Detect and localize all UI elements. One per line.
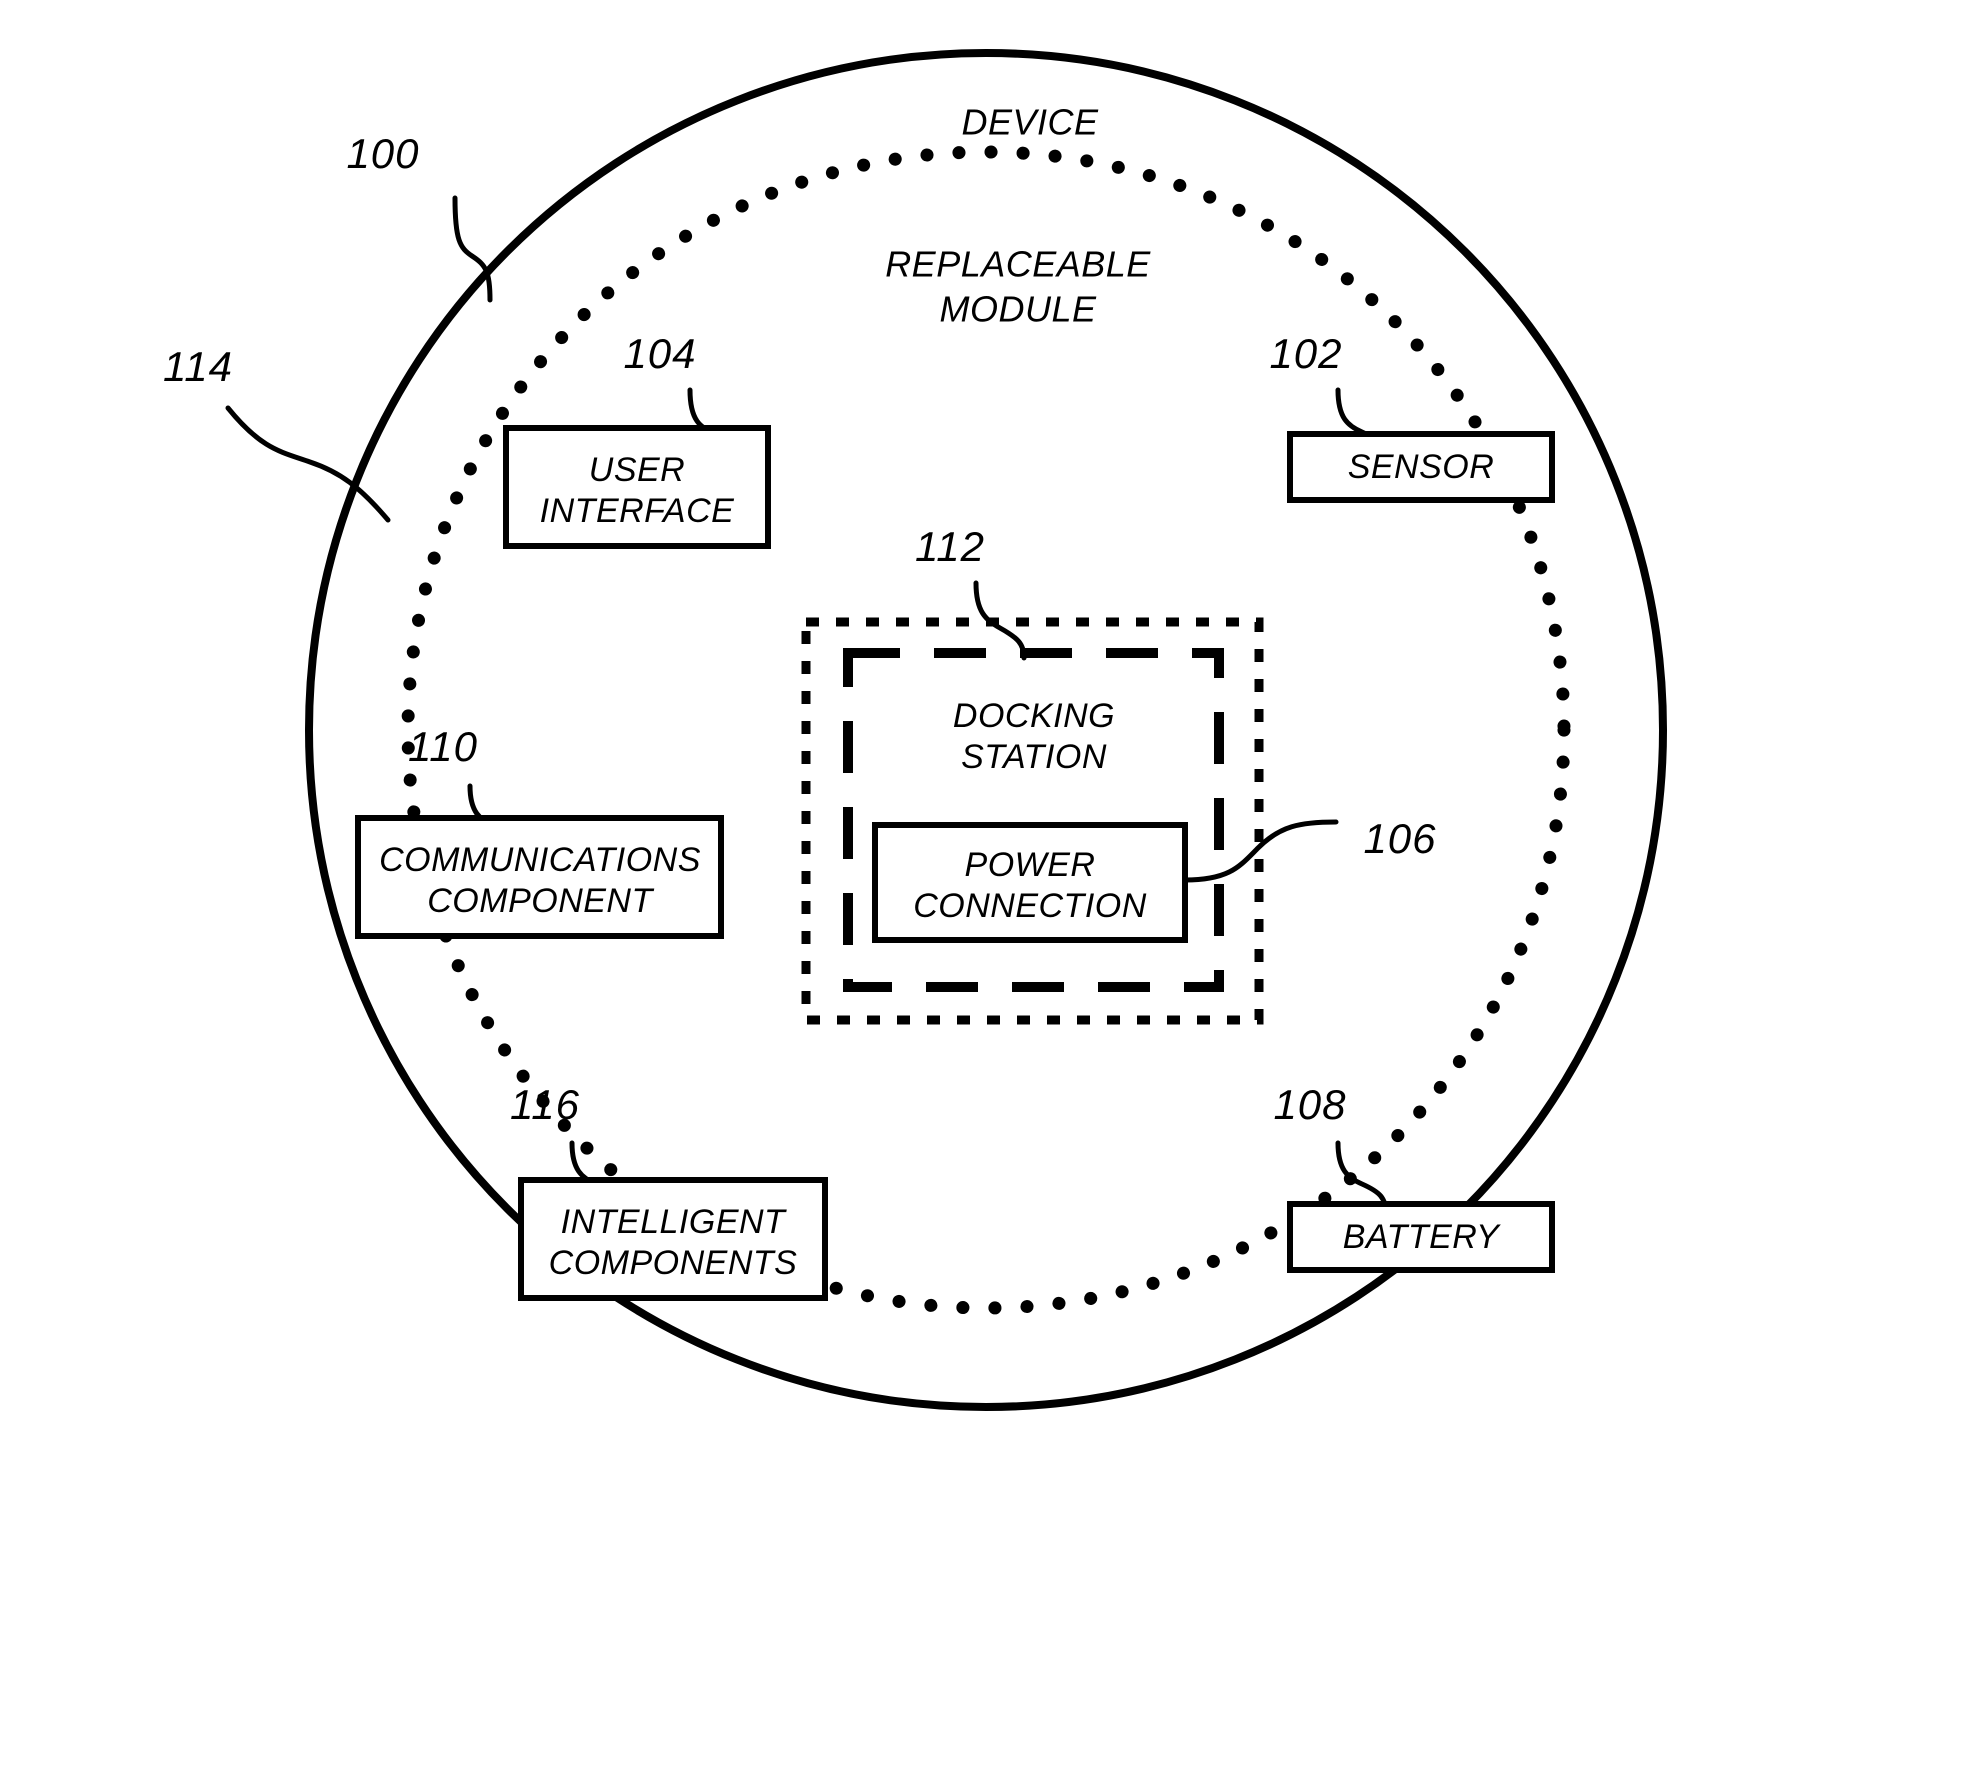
docking-station-label-line2: STATION bbox=[961, 738, 1107, 776]
figure-canvas: DEVICE REPLACEABLE MODULE 100 114 104 US… bbox=[163, 49, 1667, 1411]
docking-station-label-line1: DOCKING bbox=[953, 697, 1115, 735]
user-interface-label-line1: USER bbox=[589, 451, 685, 489]
replaceable-module-label-line1: REPLACEABLE bbox=[885, 244, 1151, 285]
patent-figure: DEVICE REPLACEABLE MODULE 100 114 104 US… bbox=[0, 0, 1965, 1773]
communications-component-label-line2: COMPONENT bbox=[427, 882, 654, 920]
ref-number-104: 104 bbox=[623, 330, 696, 377]
ref-number-108: 108 bbox=[1273, 1081, 1346, 1128]
device-label: DEVICE bbox=[961, 102, 1099, 143]
ref-number-110: 110 bbox=[408, 723, 478, 770]
power-connection-label-line2: CONNECTION bbox=[913, 887, 1147, 925]
sensor-label: SENSOR bbox=[1348, 448, 1495, 486]
intelligent-components-label-line1: INTELLIGENT bbox=[561, 1203, 787, 1241]
ref-number-102: 102 bbox=[1269, 330, 1342, 377]
ref-number-116: 116 bbox=[510, 1081, 580, 1128]
user-interface-label-line2: INTERFACE bbox=[540, 492, 735, 530]
battery-label: BATTERY bbox=[1343, 1218, 1501, 1256]
replaceable-module-label-line2: MODULE bbox=[939, 289, 1097, 330]
communications-component-label-line1: COMMUNICATIONS bbox=[379, 841, 701, 879]
ref-number-114: 114 bbox=[163, 343, 233, 390]
ref-number-100: 100 bbox=[346, 130, 419, 177]
power-connection-label-line1: POWER bbox=[965, 846, 1096, 884]
intelligent-components-label-line2: COMPONENTS bbox=[549, 1244, 798, 1282]
ref-number-112: 112 bbox=[915, 523, 985, 570]
docking-station-outer-boundary bbox=[801, 617, 1264, 1025]
ref-number-106: 106 bbox=[1363, 815, 1436, 862]
